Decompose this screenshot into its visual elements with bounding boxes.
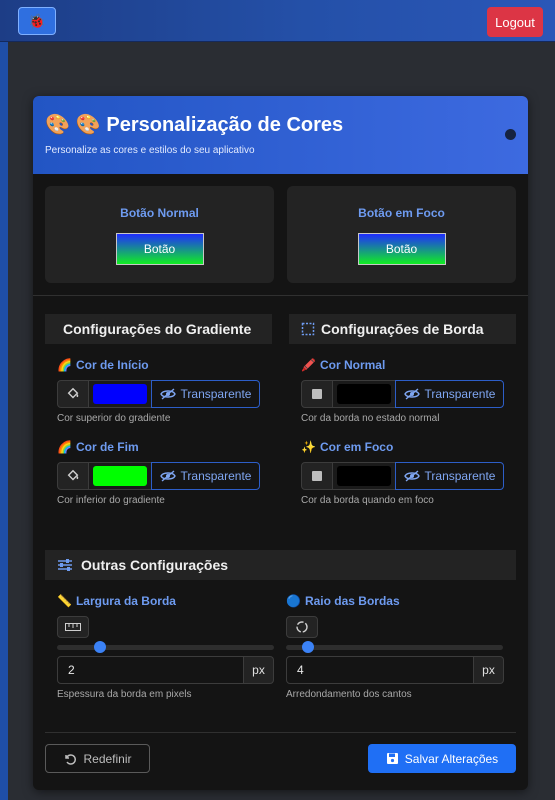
transparent-label: Transparente: [424, 387, 496, 401]
status-indicator: [505, 129, 516, 140]
ruler-icon: 📏: [57, 594, 72, 608]
border-width-input[interactable]: 2: [57, 656, 244, 684]
square-icon: [301, 462, 333, 490]
gradient-end-color-input[interactable]: [89, 462, 151, 490]
paint-bucket-icon: [57, 462, 89, 490]
color-settings-card: 🎨 🎨 Personalização de Cores Personalize …: [33, 96, 528, 790]
border-focus-swatch[interactable]: [337, 466, 391, 486]
sliders-icon: [57, 558, 73, 572]
paint-bucket-icon: [57, 380, 89, 408]
gradient-start-swatch[interactable]: [93, 384, 147, 404]
border-normal-help: Cor da borda no estado normal: [301, 413, 440, 424]
preview-normal-label: Botão Normal: [120, 206, 199, 220]
border-normal-label: 🖍️ Cor Normal: [301, 358, 385, 372]
border-normal-swatch[interactable]: [337, 384, 391, 404]
sparkles-icon: ✨: [301, 440, 316, 454]
border-width-unit: px: [244, 656, 274, 684]
border-width-input-group: 2 px: [57, 656, 274, 684]
border-radius-label: 🔵 Raio das Bordas: [286, 594, 400, 608]
page-subtitle: Personalize as cores e estilos do seu ap…: [45, 145, 255, 156]
gradient-start-color-input[interactable]: [89, 380, 151, 408]
undo-icon: [63, 752, 77, 766]
border-radius-help: Arredondamento dos cantos: [286, 689, 412, 700]
floppy-disk-icon: [386, 752, 399, 765]
preview-normal: Botão Normal Botão: [45, 186, 274, 283]
preview-focus-label: Botão em Foco: [358, 206, 445, 220]
rainbow-icon: 🌈: [57, 358, 72, 372]
eye-slash-icon: [159, 470, 176, 482]
border-focus-help: Cor da borda quando em foco: [301, 495, 434, 506]
border-normal-label-text: Cor Normal: [319, 358, 386, 372]
transparent-label: Transparente: [180, 387, 252, 401]
border-radius-unit: px: [474, 656, 504, 684]
border-normal-color-input[interactable]: [333, 380, 395, 408]
border-width-slider[interactable]: [57, 641, 274, 653]
border-radius-input[interactable]: 4: [286, 656, 474, 684]
border-focus-label: ✨ Cor em Foco: [301, 440, 393, 454]
border-radius-slider[interactable]: [286, 641, 503, 653]
reset-button-label: Redefinir: [83, 751, 132, 766]
gradient-end-transparent-button[interactable]: Transparente: [151, 462, 260, 490]
bug-icon: 🐞: [28, 12, 46, 29]
border-width-label-text: Largura da Borda: [75, 594, 176, 608]
gradient-section-title: Configurações do Gradiente: [63, 321, 252, 337]
border-square-icon: [301, 322, 315, 336]
page-title: 🎨 🎨 Personalização de Cores: [45, 112, 516, 137]
border-focus-transparent-button[interactable]: Transparente: [395, 462, 504, 490]
gradient-end-swatch[interactable]: [93, 466, 147, 486]
reset-button[interactable]: Redefinir: [45, 744, 150, 773]
page-title-text: 🎨 Personalização de Cores: [75, 114, 344, 136]
square-icon: [301, 380, 333, 408]
palette-icon: 🎨: [45, 114, 70, 136]
border-section-header: Configurações de Borda: [289, 314, 516, 344]
gradient-start-picker: Transparente: [57, 380, 260, 408]
blue-circle-icon: 🔵: [286, 594, 301, 608]
divider: [33, 295, 528, 296]
save-button-label: Salvar Alterações: [404, 751, 499, 766]
preview-normal-button[interactable]: Botão: [115, 233, 204, 265]
border-focus-label-text: Cor em Foco: [319, 440, 394, 454]
gradient-end-label: 🌈 Cor de Fim: [57, 440, 139, 454]
border-radius-label-text: Raio das Bordas: [304, 594, 400, 608]
gradient-start-help: Cor superior do gradiente: [57, 413, 171, 424]
border-width-label: 📏 Largura da Borda: [57, 594, 176, 608]
circle-dashed-icon: [286, 616, 318, 638]
eye-slash-icon: [403, 470, 420, 482]
transparent-label: Transparente: [424, 469, 496, 483]
border-width-help: Espessura da borda em pixels: [57, 689, 192, 700]
crayon-icon: 🖍️: [301, 358, 316, 372]
gradient-end-picker: Transparente: [57, 462, 260, 490]
border-width-slider-thumb[interactable]: [94, 641, 106, 653]
ruler-horizontal-icon: [57, 616, 89, 638]
gradient-start-label-text: Cor de Início: [75, 358, 149, 372]
border-radius-slider-thumb[interactable]: [302, 641, 314, 653]
border-normal-picker: Transparente: [301, 380, 504, 408]
gradient-end-help: Cor inferior do gradiente: [57, 495, 165, 506]
gradient-section-header: Configurações do Gradiente: [45, 314, 272, 344]
gradient-start-label: 🌈 Cor de Início: [57, 358, 149, 372]
other-section-header: Outras Configurações: [45, 550, 516, 580]
save-button[interactable]: Salvar Alterações: [368, 744, 516, 773]
sidebar-strip: [0, 42, 8, 800]
eye-slash-icon: [403, 388, 420, 400]
border-normal-transparent-button[interactable]: Transparente: [395, 380, 504, 408]
other-section-title: Outras Configurações: [81, 557, 229, 573]
footer-divider: [45, 732, 516, 733]
logout-button[interactable]: Logout: [487, 7, 543, 37]
border-section-title: Configurações de Borda: [321, 321, 484, 337]
rainbow-icon: 🌈: [57, 440, 72, 454]
preview-focus-button[interactable]: Botão: [357, 233, 446, 265]
preview-focus: Botão em Foco Botão: [287, 186, 516, 283]
gradient-end-label-text: Cor de Fim: [75, 440, 139, 454]
app-logo-button[interactable]: 🐞: [18, 7, 56, 35]
border-focus-color-input[interactable]: [333, 462, 395, 490]
transparent-label: Transparente: [180, 469, 252, 483]
top-navbar: 🐞 Logout: [0, 0, 555, 42]
border-radius-input-group: 4 px: [286, 656, 504, 684]
eye-slash-icon: [159, 388, 176, 400]
card-header: 🎨 🎨 Personalização de Cores Personalize …: [33, 96, 528, 174]
gradient-start-transparent-button[interactable]: Transparente: [151, 380, 260, 408]
border-focus-picker: Transparente: [301, 462, 504, 490]
